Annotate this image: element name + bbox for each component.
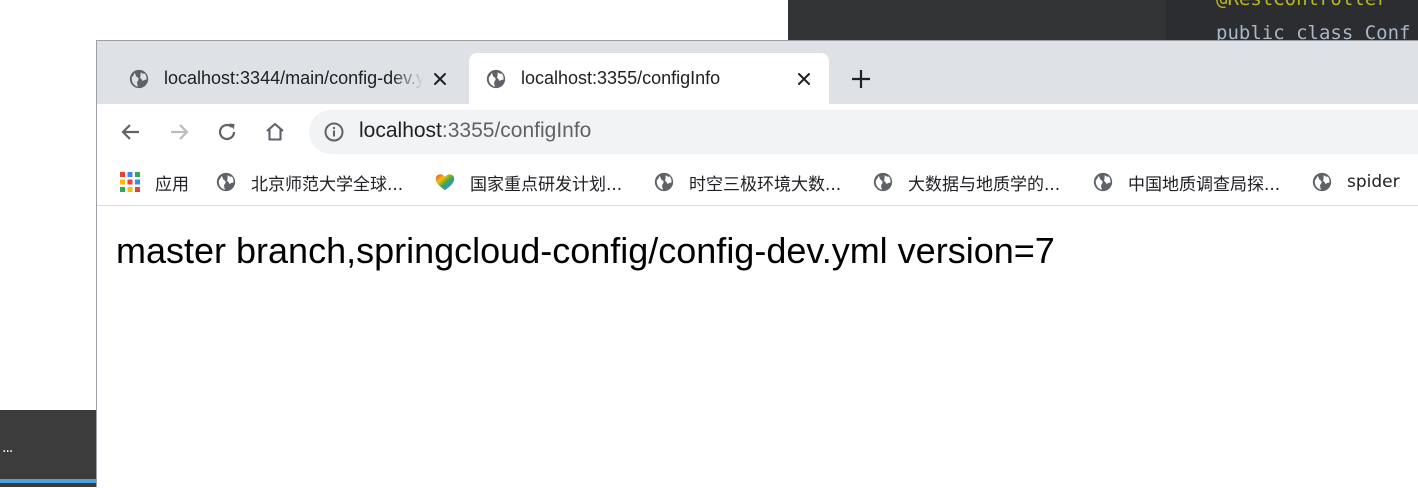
bookmark-label: 国家重点研发计划...	[470, 174, 623, 195]
address-bar[interactable]: localhost:3355/configInfo	[309, 110, 1418, 154]
close-tab-button[interactable]	[427, 66, 453, 92]
globe-icon	[129, 69, 149, 88]
globe-icon	[1093, 172, 1113, 192]
bookmark-bigdata-geology[interactable]: 大数据与地质学的...	[872, 168, 1060, 196]
arrow-right-icon	[171, 124, 189, 140]
back-button[interactable]	[117, 118, 145, 146]
background-window-text: ...	[2, 440, 13, 456]
bookmark-spider[interactable]: spider	[1311, 168, 1400, 196]
home-icon	[266, 122, 284, 141]
bookmark-label: 时空三极环境大数...	[689, 174, 842, 195]
new-tab-button[interactable]	[847, 65, 875, 93]
address-url[interactable]: localhost:3355/configInfo	[359, 119, 591, 143]
reload-icon	[218, 123, 236, 141]
editor-line-class: public class Conf	[1216, 22, 1411, 42]
close-icon	[798, 72, 810, 85]
globe-icon	[873, 172, 893, 192]
home-button[interactable]	[261, 118, 289, 146]
browser-window: localhost:3344/main/config-dev.yml local…	[96, 40, 1418, 488]
bookmark-national-key-rd[interactable]: 国家重点研发计划...	[434, 168, 622, 196]
editor-gutter	[788, 0, 1166, 42]
bookmark-label: 大数据与地质学的...	[908, 174, 1061, 195]
globe-icon	[654, 172, 674, 192]
apps-grid-icon	[120, 172, 140, 192]
bookmark-apps[interactable]: 应用	[119, 168, 189, 196]
page-body-text: master branch,springcloud-config/config-…	[116, 230, 1055, 271]
info-icon[interactable]	[323, 121, 345, 143]
page-content: master branch,springcloud-config/config-…	[97, 206, 1418, 488]
bookmark-label: 北京师范大学全球...	[251, 174, 404, 195]
tab-strip: localhost:3344/main/config-dev.yml local…	[97, 41, 1418, 104]
globe-icon	[216, 172, 236, 192]
tab-config-dev[interactable]: localhost:3344/main/config-dev.yml	[113, 53, 465, 104]
globe-icon	[1312, 172, 1332, 192]
heart-icon	[435, 174, 455, 191]
plus-icon	[852, 70, 870, 88]
editor-line-annotation: @RestController	[1216, 0, 1388, 10]
bookmark-spatiotemporal[interactable]: 时空三极环境大数...	[653, 168, 841, 196]
tab-config-info[interactable]: localhost:3355/configInfo	[469, 53, 829, 104]
bookmark-china-geological-survey[interactable]: 中国地质调查局探...	[1092, 168, 1280, 196]
bookmark-label: spider	[1347, 172, 1400, 192]
bookmark-label: 应用	[155, 174, 189, 195]
background-window: ...	[0, 410, 97, 487]
bookmark-label: 中国地质调查局探...	[1128, 174, 1281, 195]
url-path: :3355/configInfo	[441, 119, 592, 142]
forward-button[interactable]	[165, 118, 193, 146]
background-editor-window: @RestController public class Conf	[788, 0, 1418, 42]
close-icon	[434, 72, 446, 85]
close-tab-button[interactable]	[791, 66, 817, 92]
bookmarks-bar: 应用 北京师范大学全球... 国家重点研发计划... 时空三极环境大数... 大…	[97, 160, 1418, 206]
background-window-accent-bar	[0, 479, 97, 483]
reload-button[interactable]	[213, 118, 241, 146]
bookmark-bnu[interactable]: 北京师范大学全球...	[215, 168, 403, 196]
tab-title: localhost:3355/configInfo	[521, 68, 721, 88]
globe-icon	[486, 69, 506, 88]
tab-title: localhost:3344/main/config-dev.yml	[164, 68, 423, 88]
url-host: localhost	[359, 119, 442, 142]
browser-toolbar: localhost:3355/configInfo	[97, 104, 1418, 160]
arrow-left-icon	[121, 124, 139, 140]
